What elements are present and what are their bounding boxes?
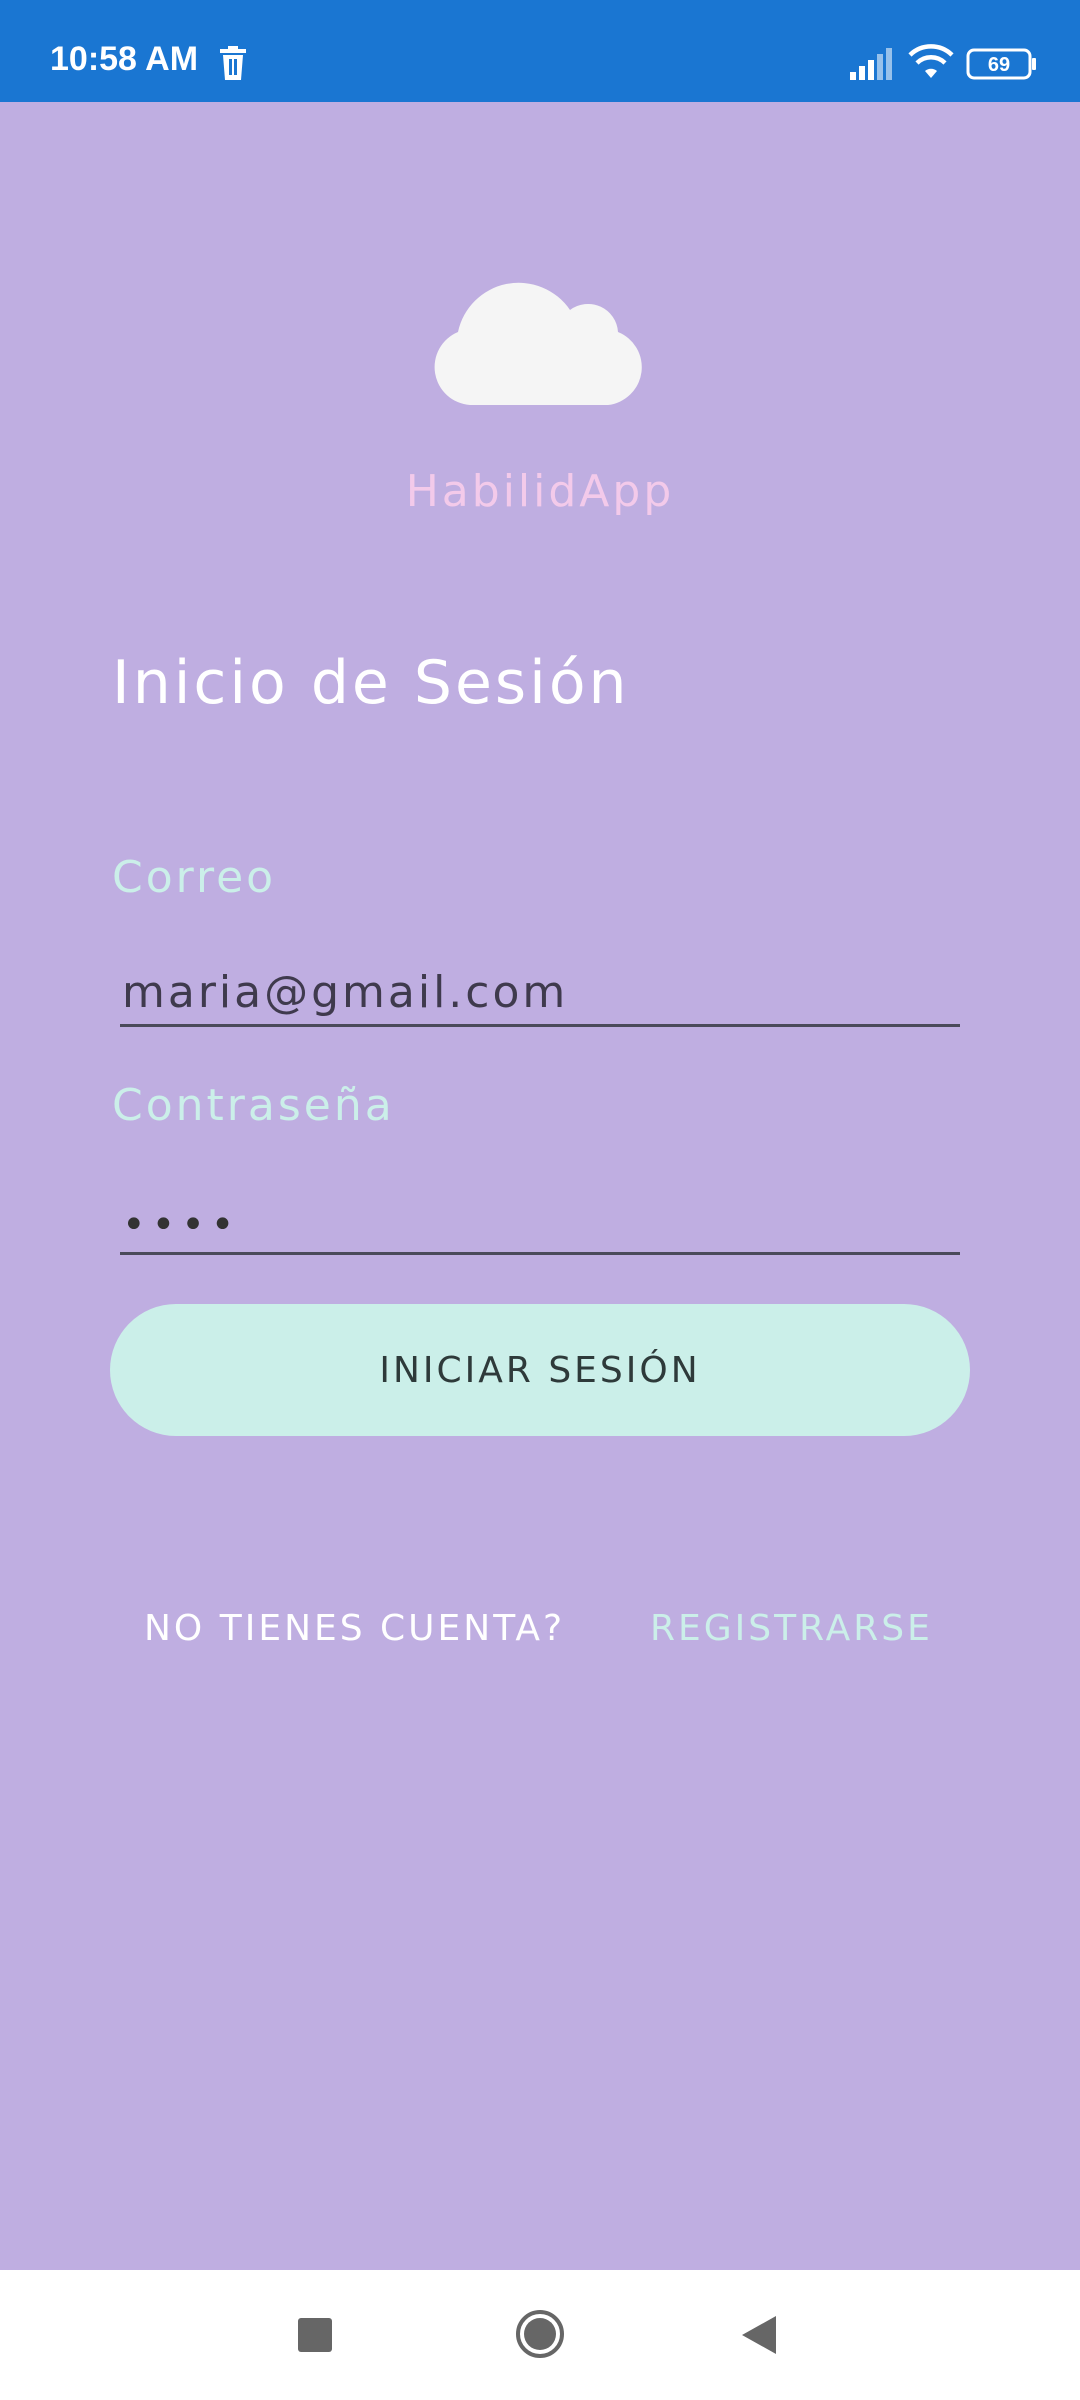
status-time: 10:58 AM — [50, 40, 199, 78]
email-field[interactable]: maria@gmail.com — [120, 944, 960, 1027]
page-title: Inicio de Sesión — [112, 648, 630, 718]
password-field[interactable]: •••• — [120, 1172, 960, 1255]
app-name: HabilidApp — [405, 466, 675, 517]
status-bar: 10:58 AM 69 — [0, 0, 1080, 102]
signal-icon — [850, 48, 892, 80]
battery-level: 69 — [988, 54, 1010, 76]
password-label: Contraseña — [112, 1080, 395, 1131]
cloud-icon — [434, 282, 642, 405]
back-icon[interactable] — [740, 2314, 778, 2356]
register-link[interactable]: REGISTRARSE — [650, 1608, 933, 1649]
password-input[interactable]: •••• — [122, 1202, 952, 1248]
battery-icon: 69 — [966, 48, 1036, 80]
login-button[interactable]: INICIAR SESIÓN — [110, 1304, 970, 1436]
no-account-text: NO TIENES CUENTA? — [144, 1608, 566, 1649]
login-screen: 10:58 AM 69 HabilidApp Inicio de Sesión … — [0, 0, 1080, 2400]
email-input[interactable]: maria@gmail.com — [122, 967, 952, 1018]
login-button-label: INICIAR SESIÓN — [379, 1349, 701, 1391]
home-icon[interactable] — [514, 2308, 566, 2360]
trash-icon — [220, 46, 246, 80]
wifi-icon — [908, 44, 954, 78]
email-label: Correo — [112, 852, 277, 903]
navigation-bar — [0, 2270, 1080, 2400]
recents-icon[interactable] — [298, 2318, 332, 2352]
